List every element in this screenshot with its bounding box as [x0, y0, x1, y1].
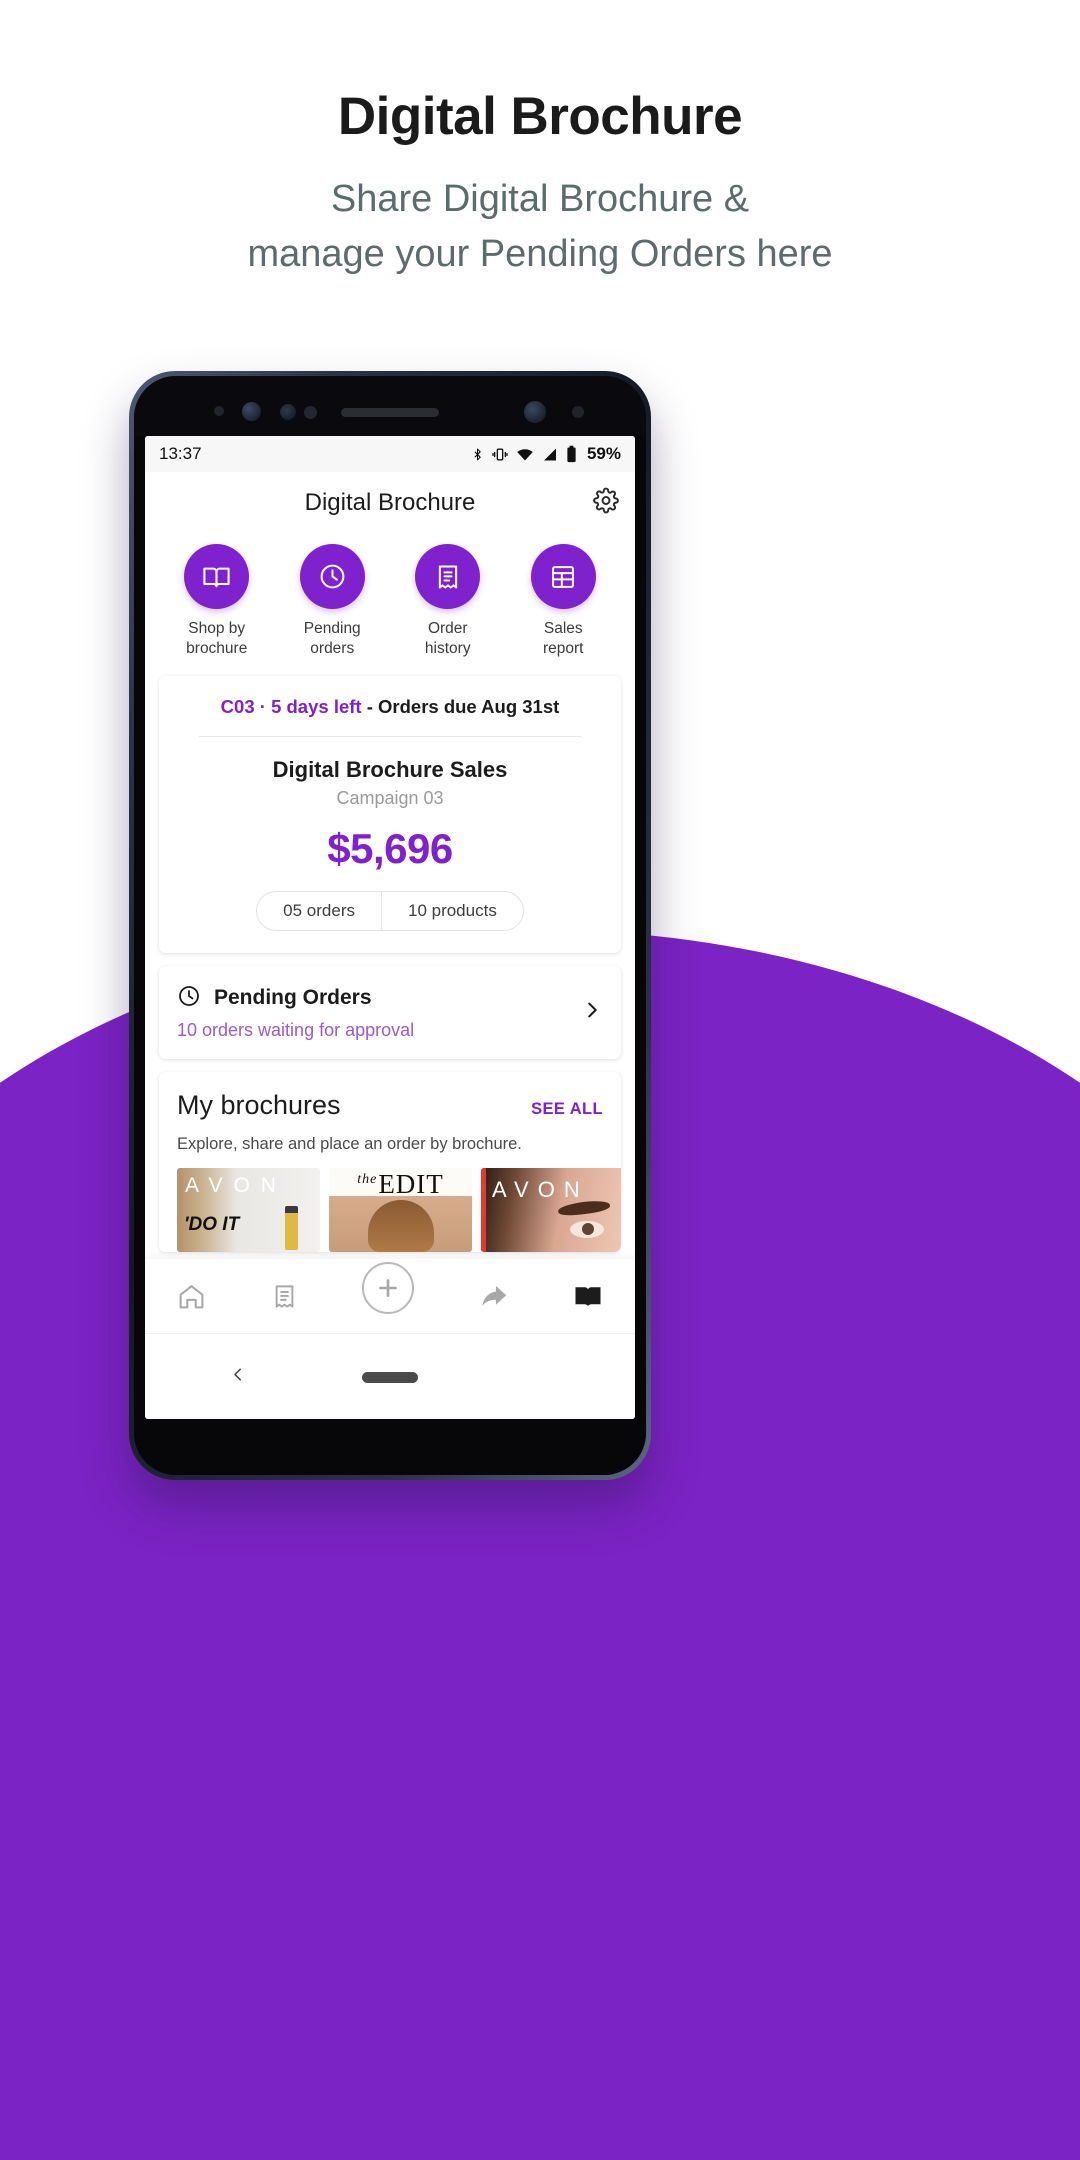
campaign-sales-card: C03 · 5 days left - Orders due Aug 31st … — [159, 675, 621, 953]
plus-circle-icon[interactable] — [362, 1262, 415, 1314]
campaign-due-text: - Orders due Aug 31st — [366, 695, 560, 717]
campaign-days-left: 5 days left — [271, 695, 362, 717]
label-line2: brochure — [186, 640, 248, 658]
label-line1: Pending — [303, 620, 361, 637]
receipt-icon — [415, 544, 481, 609]
bottom-navigation-bar — [145, 1259, 635, 1333]
brochures-header: My brochures SEE ALL — [177, 1090, 603, 1121]
iris-scanner-icon — [280, 404, 296, 420]
phone-frame: 13:37 59% Digital Brochure Shop by broch… — [129, 371, 651, 1480]
label-line1: Shop by — [188, 620, 246, 637]
label-line1: Order — [427, 620, 468, 637]
back-chevron-icon[interactable] — [229, 1365, 247, 1388]
campaign-label: Campaign 03 — [336, 787, 444, 808]
label-line2: history — [424, 640, 471, 658]
app-header: Digital Brochure — [145, 472, 635, 534]
my-brochures-card: My brochures SEE ALL Explore, share and … — [159, 1071, 621, 1252]
pending-orders-content: Pending Orders 10 orders waiting for app… — [177, 984, 567, 1041]
quick-action-shop-by-brochure[interactable]: Shop by brochure — [169, 544, 265, 660]
brochure-thumbnail-row: AVON 'DO IT theEDIT AVON — [177, 1167, 621, 1252]
chevron-right-icon[interactable] — [581, 999, 603, 1026]
receipt-icon[interactable] — [271, 1283, 298, 1310]
phone-screen: 13:37 59% Digital Brochure Shop by broch… — [145, 436, 635, 1419]
status-time: 13:37 — [159, 444, 202, 463]
home-icon[interactable] — [177, 1282, 206, 1311]
pending-orders-title: Pending Orders — [214, 986, 372, 1010]
pending-orders-title-row: Pending Orders — [177, 984, 567, 1013]
battery-icon — [567, 445, 576, 463]
phone-mockup: 13:37 59% Digital Brochure Shop by broch… — [129, 371, 651, 1480]
brochure-brand-label: theEDIT — [357, 1168, 444, 1199]
table-icon — [530, 544, 596, 609]
quick-action-label: Sales report — [515, 619, 611, 660]
page-title: Digital Brochure — [337, 87, 743, 146]
brochure-thumbnail-avon-eye[interactable]: AVON — [481, 1167, 621, 1252]
clock-icon — [299, 544, 365, 609]
status-bar: 13:37 59% — [145, 436, 635, 472]
clock-icon — [177, 984, 201, 1013]
cover-accent-bar — [481, 1167, 486, 1252]
product-bottle-graphic — [285, 1205, 298, 1250]
quick-actions-row: Shop by brochure Pending orders Order hi… — [145, 534, 635, 676]
pending-orders-card[interactable]: Pending Orders 10 orders waiting for app… — [159, 965, 621, 1059]
sales-title: Digital Brochure Sales — [272, 756, 508, 782]
signal-icon — [543, 448, 556, 460]
android-navigation-bar — [145, 1333, 635, 1419]
wifi-icon — [517, 448, 533, 461]
products-pill[interactable]: 10 products — [380, 891, 523, 930]
brochures-subtitle: Explore, share and place an order by bro… — [177, 1134, 522, 1153]
vibrate-icon — [492, 448, 508, 460]
brochure-brand-label: AVON — [492, 1176, 589, 1202]
book-icon[interactable] — [573, 1281, 603, 1311]
status-icon-group: 59% — [471, 444, 621, 464]
secondary-camera-icon — [524, 401, 546, 423]
brochure-thumbnail-avon-do-it[interactable]: AVON 'DO IT — [177, 1167, 320, 1252]
promo-header: Digital Brochure Share Digital Brochure … — [0, 0, 1080, 282]
quick-action-pending-orders[interactable]: Pending orders — [284, 544, 380, 660]
see-all-link[interactable]: SEE ALL — [531, 1100, 603, 1119]
front-camera-icon — [242, 402, 261, 421]
label-line1: Sales — [543, 620, 583, 637]
sensor-dot-icon — [214, 406, 224, 416]
quick-action-sales-report[interactable]: Sales report — [515, 544, 611, 660]
battery-percentage: 59% — [586, 444, 621, 463]
brochures-title: My brochures — [177, 1089, 341, 1120]
divider — [199, 735, 581, 737]
led-indicator-icon — [572, 406, 584, 418]
quick-action-label: Shop by brochure — [169, 619, 265, 660]
promo-subtitle-line1: Share Digital Brochure & — [330, 178, 750, 221]
quick-action-order-history[interactable]: Order history — [400, 544, 496, 660]
orders-pill[interactable]: 05 orders — [257, 892, 381, 930]
brochure-thumbnail-the-edit[interactable]: theEDIT — [329, 1167, 472, 1252]
brochure-tagline: 'DO IT — [184, 1213, 240, 1235]
proximity-sensor-icon — [304, 406, 317, 419]
share-icon[interactable] — [479, 1282, 508, 1311]
phone-body: 13:37 59% Digital Brochure Shop by broch… — [134, 376, 646, 1475]
app-title: Digital Brochure — [304, 489, 476, 516]
quick-action-label: Order history — [400, 619, 496, 660]
pending-orders-subtitle: 10 orders waiting for approval — [177, 1019, 415, 1040]
promo-subtitle-line2: manage your Pending Orders here — [247, 233, 833, 276]
phone-bottom-bezel — [134, 1419, 646, 1475]
home-pill-handle[interactable] — [362, 1371, 418, 1383]
promo-subtitle: Share Digital Brochure & manage your Pen… — [0, 172, 1080, 282]
earpiece-speaker — [341, 408, 439, 417]
sales-amount: $5,696 — [327, 824, 453, 872]
gear-icon[interactable] — [593, 487, 619, 519]
page-root: Digital Brochure Share Digital Brochure … — [0, 0, 1080, 2160]
iris-graphic — [582, 1222, 594, 1235]
quick-action-label: Pending orders — [284, 619, 380, 660]
campaign-separator: · — [259, 695, 266, 717]
label-line2: report — [543, 640, 584, 658]
brochure-brand-label: AVON — [185, 1173, 287, 1197]
campaign-due-line: C03 · 5 days left - Orders due Aug 31st — [177, 696, 603, 718]
campaign-code: C03 — [220, 695, 255, 717]
stats-pill-group: 05 orders 10 products — [256, 890, 524, 931]
phone-top-bezel — [134, 376, 646, 436]
open-book-icon — [184, 544, 250, 609]
label-line2: orders — [310, 640, 355, 658]
bluetooth-icon — [474, 448, 481, 460]
